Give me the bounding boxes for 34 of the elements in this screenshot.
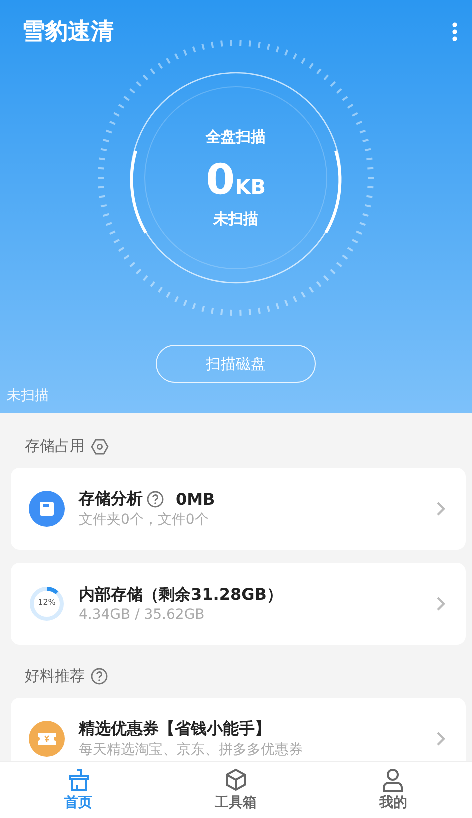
chevron-right-icon [436, 731, 446, 747]
broom-icon [66, 768, 91, 792]
help-icon[interactable] [147, 491, 164, 508]
floppy-disk-icon [29, 491, 65, 527]
card-title: 内部存储（剩余31.28GB） [79, 585, 283, 606]
list-card[interactable]: 精选优惠券【省钱小能手】 每天精选淘宝、京东、拼多多优惠券 [11, 698, 466, 761]
list-card[interactable]: 12% 内部存储（剩余31.28GB） 4.34GB / 35.62GB [11, 563, 466, 645]
coupon-icon [29, 721, 65, 757]
usage-percent: 12% [37, 598, 57, 607]
nav-tab[interactable]: 我的 [314, 762, 472, 818]
list-card[interactable]: 存储分析 0MB 文件夹0个，文件0个 [11, 468, 466, 550]
hexagon-settings-icon[interactable] [91, 438, 109, 456]
card-subtitle: 4.34GB / 35.62GB [79, 607, 206, 623]
card-subtitle: 文件夹0个，文件0个 [79, 511, 210, 529]
nav-tab[interactable]: 工具箱 [157, 762, 315, 818]
cube-icon [224, 768, 248, 792]
card-title: 存储分析 [79, 489, 143, 510]
usage-ring [29, 586, 65, 622]
footer-status: 未扫描 [7, 387, 49, 405]
scan-label: 全盘扫描 [206, 128, 266, 146]
card-title: 精选优惠券【省钱小能手】 [79, 719, 271, 740]
card-subtitle: 每天精选淘宝、京东、拼多多优惠券 [79, 741, 304, 759]
chevron-right-icon [436, 596, 446, 612]
section-title: 存储占用 [25, 437, 85, 456]
scan-amount: 0KB [206, 154, 266, 204]
help-icon[interactable] [91, 668, 108, 685]
app-title: 雪豹速清 [22, 18, 114, 47]
chevron-right-icon [436, 501, 446, 517]
nav-tab[interactable]: 首页 [0, 762, 158, 818]
user-icon [381, 768, 406, 792]
section-title: 好料推荐 [25, 667, 85, 686]
more-menu-icon[interactable] [452, 22, 458, 42]
card-value: 0MB [176, 490, 216, 509]
scan-status: 未扫描 [214, 210, 258, 228]
